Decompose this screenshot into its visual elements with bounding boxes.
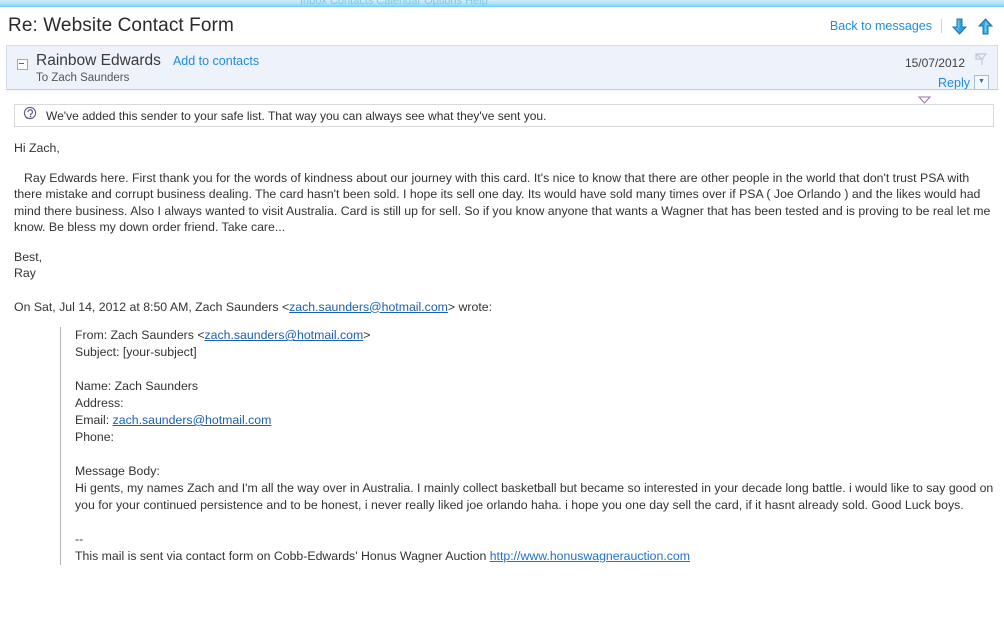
- top-strip-ghost-text: Inbox Contacts Calendar Options Help: [300, 0, 488, 7]
- body-signoff: Best,: [14, 249, 43, 264]
- action-divider: [941, 19, 942, 33]
- quoted-message-block: From: Zach Saunders <zach.saunders@hotma…: [60, 327, 996, 565]
- quote-name-line: Name: Zach Saunders: [75, 379, 199, 393]
- quote-from-email-link[interactable]: zach.saunders@hotmail.com: [205, 328, 364, 342]
- quote-phone-line: Phone:: [75, 430, 114, 444]
- sender-name-block: Rainbow Edwards Add to contacts To Zach …: [36, 52, 259, 85]
- quote-footer-line: This mail is sent via contact form on Co…: [75, 548, 996, 565]
- body-greeting: Hi Zach,: [14, 141, 60, 155]
- email-body: Hi Zach, Ray Edwards here. First thank y…: [0, 140, 1004, 565]
- reply-link[interactable]: Reply: [938, 76, 970, 90]
- body-paragraph: Ray Edwards here. First thank you for th…: [14, 170, 991, 235]
- quote-from-label: From: Zach Saunders <: [75, 328, 205, 342]
- message-header-panel: Rainbow Edwards Add to contacts To Zach …: [6, 45, 998, 90]
- quote-from-suffix: >: [363, 328, 371, 342]
- quote-email-line: Email: zach.saunders@hotmail.com: [75, 412, 996, 429]
- back-to-messages-link[interactable]: Back to messages: [830, 19, 932, 33]
- quote-intro-prefix: On Sat, Jul 14, 2012 at 8:50 AM, Zach Sa…: [14, 299, 290, 314]
- quote-footer-url-link[interactable]: http://www.honuswagnerauction.com: [490, 549, 690, 563]
- message-meta: 15/07/2012 Reply ▼: [905, 52, 991, 90]
- quote-intro-suffix: > wrote:: [447, 299, 492, 314]
- page-title: Re: Website Contact Form: [8, 15, 234, 36]
- header-actions: Back to messages: [830, 17, 994, 36]
- quote-message-body-text: Hi gents, my names Zach and I'm all the …: [75, 481, 994, 512]
- quote-spacer-1: [75, 361, 996, 378]
- collapse-box-icon[interactable]: [17, 59, 28, 70]
- add-to-contacts-link[interactable]: Add to contacts: [173, 54, 259, 68]
- reply-dropdown-caret[interactable]: ▼: [974, 75, 989, 90]
- date-row: 15/07/2012: [905, 52, 989, 73]
- sender-info: Rainbow Edwards Add to contacts To Zach …: [15, 52, 259, 85]
- recipient-line: To Zach Saunders: [36, 71, 130, 84]
- quote-email-link[interactable]: zach.saunders@hotmail.com: [113, 413, 272, 427]
- panel-underline: [6, 89, 998, 104]
- reply-row: Reply ▼: [905, 75, 989, 90]
- quote-subject-line: Subject: [your-subject]: [75, 345, 197, 359]
- message-date: 15/07/2012: [904, 55, 965, 70]
- quote-from-line: From: Zach Saunders <zach.saunders@hotma…: [75, 327, 996, 344]
- chevron-down-icon[interactable]: [917, 91, 932, 104]
- sender-name-row: Rainbow Edwards Add to contacts: [36, 52, 259, 70]
- quote-spacer-3: [75, 514, 996, 531]
- body-signature: Ray: [14, 266, 36, 280]
- body-signoff-block: Best, Ray: [14, 249, 996, 282]
- quote-message-body-label: Message Body:: [75, 464, 160, 478]
- quote-email-label: Email:: [75, 413, 113, 427]
- arrow-up-icon[interactable]: [977, 17, 994, 36]
- safe-list-notice: We've added this sender to your safe lis…: [14, 104, 994, 127]
- quote-intro-email-link[interactable]: zach.saunders@hotmail.com: [289, 300, 448, 314]
- subject-bar: Re: Website Contact Form Back to message…: [0, 7, 1004, 45]
- safe-list-notice-text: We've added this sender to your safe lis…: [46, 108, 547, 123]
- arrow-down-icon[interactable]: [951, 17, 968, 36]
- top-navigation-strip: Inbox Contacts Calendar Options Help: [0, 0, 1004, 7]
- flag-outline-icon[interactable]: [973, 52, 989, 73]
- quote-separator: --: [75, 532, 84, 546]
- quote-footer-text: This mail is sent via contact form on Co…: [75, 549, 490, 563]
- info-shield-icon: [23, 106, 38, 126]
- sender-name: Rainbow Edwards: [36, 52, 161, 69]
- quote-spacer-2: [75, 446, 996, 463]
- quote-address-line: Address:: [75, 396, 124, 410]
- quote-intro-line: On Sat, Jul 14, 2012 at 8:50 AM, Zach Sa…: [14, 299, 996, 316]
